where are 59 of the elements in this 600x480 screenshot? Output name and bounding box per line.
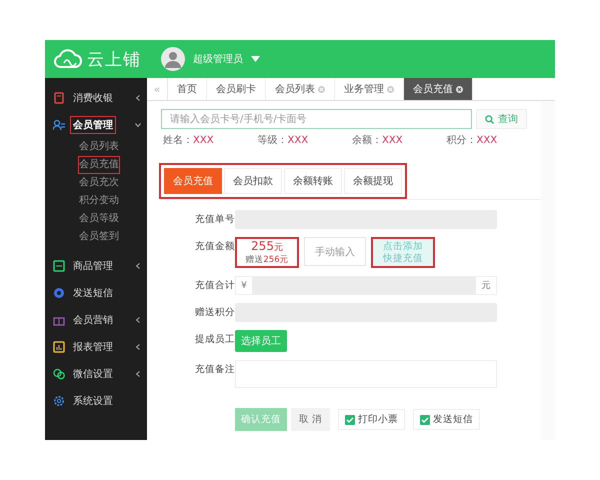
checkbox-checked-icon[interactable]: [420, 414, 430, 424]
chevron-left-icon[interactable]: [135, 94, 141, 100]
form-tab[interactable]: 余额转账: [284, 168, 342, 194]
submenu-item[interactable]: 会员等级: [78, 210, 120, 228]
close-icon[interactable]: [456, 86, 463, 92]
chevron-down-icon[interactable]: [135, 122, 141, 128]
app-logo-text: 云上铺: [87, 48, 141, 70]
amount-option[interactable]: 255元 赠送256元: [235, 237, 299, 268]
chevron-left-icon[interactable]: [135, 262, 141, 268]
field-label: 提成员工: [194, 333, 235, 347]
menu-icon: [53, 260, 65, 272]
checkbox-checked-icon[interactable]: [345, 414, 356, 424]
cancel-button[interactable]: 取 消: [291, 408, 330, 431]
menu-item[interactable]: 微信设置: [70, 364, 130, 382]
field-label: 赠送积分: [194, 306, 235, 320]
info-value: XXX: [382, 135, 403, 146]
search-field[interactable]: 请输入会员卡号/手机号/卡面号: [161, 109, 472, 129]
page-tab[interactable]: 会员列表: [266, 78, 335, 100]
info-value: XXX: [476, 135, 498, 146]
menu-icon: [53, 92, 65, 104]
chevron-left-icon[interactable]: [135, 344, 141, 350]
page-tab[interactable]: 会员刷卡: [207, 78, 266, 100]
form-tab[interactable]: 余额提现: [344, 168, 402, 194]
menu-item[interactable]: 消费收银: [70, 88, 130, 106]
input-field[interactable]: ¥ 元: [235, 276, 497, 295]
field-label: 充值合计: [194, 279, 235, 293]
submenu-item[interactable]: 会员充值: [78, 156, 120, 174]
submenu-item[interactable]: 积分变动: [78, 192, 120, 210]
menu-item[interactable]: 会员营销: [70, 310, 130, 328]
menu-icon: [53, 118, 65, 130]
info-value: XXX: [193, 135, 214, 146]
chevron-left-icon[interactable]: [135, 370, 141, 376]
menu-item[interactable]: 报表管理: [70, 338, 130, 356]
info-label: 积分：: [446, 135, 476, 146]
info-label: 余额：: [352, 135, 382, 146]
submenu-item[interactable]: 会员充次: [78, 174, 120, 192]
field-label: 充值金额: [194, 240, 235, 254]
cloud-logo-icon: [53, 48, 83, 70]
menu-icon: [53, 368, 65, 380]
info-label: 姓名：: [163, 135, 193, 146]
form-tab[interactable]: 会员扣款: [224, 168, 282, 194]
page-tab[interactable]: 会员充值: [404, 78, 473, 100]
menu-icon: [53, 394, 65, 406]
menu-item[interactable]: 商品管理: [70, 256, 130, 274]
submenu-item[interactable]: 会员列表: [78, 138, 120, 156]
page-tab[interactable]: 首页: [168, 78, 207, 100]
menu-item[interactable]: 系统设置: [70, 392, 141, 410]
avatar-icon[interactable]: [161, 47, 185, 71]
menu-icon: [53, 286, 65, 298]
menu-item[interactable]: 会员管理: [70, 116, 116, 134]
submenu-item[interactable]: 会员签到: [78, 228, 120, 246]
chevron-left-icon[interactable]: [135, 316, 141, 322]
info-label: 等级：: [258, 135, 288, 146]
search-icon: [485, 114, 494, 124]
field-label: 充值单号: [194, 213, 235, 227]
menu-item[interactable]: 发送短信: [70, 284, 141, 302]
field-label: 充值备注: [194, 363, 235, 377]
menu-icon: [53, 340, 65, 352]
info-value: XXX: [288, 135, 308, 146]
